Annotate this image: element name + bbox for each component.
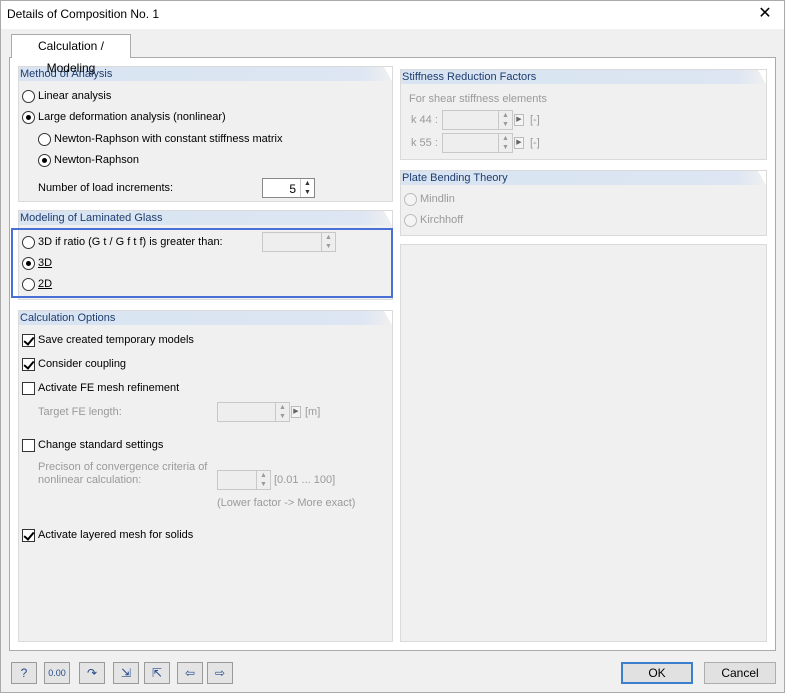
help-icon: ?	[20, 666, 28, 680]
k55-label: k 55 :	[411, 137, 438, 149]
save-temp-models-checkbox[interactable]	[22, 334, 35, 347]
arrow-right-icon: ⇨	[214, 666, 226, 680]
mindlin-label[interactable]: Mindlin	[420, 193, 455, 205]
arrow-right-icon[interactable]: ▶	[291, 406, 301, 418]
group-title: Plate Bending Theory	[401, 171, 766, 185]
tab-calculation-modeling[interactable]: Calculation / Modeling	[11, 34, 131, 75]
layered-mesh-label[interactable]: Activate layered mesh for solids	[38, 529, 193, 541]
kirchhoff-radio[interactable]	[404, 214, 417, 227]
consider-coupling-checkbox[interactable]	[22, 358, 35, 371]
load-increments-value: 5	[289, 182, 296, 196]
group-title: Calculation Options	[19, 311, 392, 325]
precision-input[interactable]: ▲ ▼	[217, 470, 271, 490]
reset-button[interactable]: ↷	[79, 662, 105, 684]
previous-button[interactable]: ⇦	[177, 662, 203, 684]
export-button[interactable]: ⇲	[113, 662, 139, 684]
numeric-format-button[interactable]: 0.00	[44, 662, 70, 684]
target-fe-unit: [m]	[305, 406, 321, 418]
group-title: Modeling of Laminated Glass	[19, 211, 392, 225]
spin-arrows-icon[interactable]: ▲ ▼	[300, 179, 314, 197]
nr-constant-radio[interactable]	[38, 133, 51, 146]
dialog-window: Details of Composition No. 1 ✕ Calculati…	[0, 0, 785, 693]
large-deformation-radio[interactable]	[22, 111, 35, 124]
nr-constant-label[interactable]: Newton-Raphson with constant stiffness m…	[54, 133, 282, 145]
stiffness-reduction-group: Stiffness Reduction Factors For shear st…	[400, 69, 767, 160]
import-button[interactable]: ⇱	[144, 662, 170, 684]
title-bar: Details of Composition No. 1 ✕	[1, 1, 784, 29]
arrow-right-icon[interactable]: ▶	[514, 137, 524, 149]
k44-label: k 44 :	[411, 114, 438, 126]
arrow-right-icon[interactable]: ▶	[514, 114, 524, 126]
precision-range: [0.01 ... 100]	[274, 474, 336, 486]
linear-analysis-label[interactable]: Linear analysis	[38, 90, 111, 102]
window-title: Details of Composition No. 1	[7, 7, 160, 21]
load-increments-label: Number of load increments:	[38, 182, 174, 194]
empty-panel	[400, 244, 767, 642]
newton-raphson-label[interactable]: Newton-Raphson	[54, 154, 139, 166]
arrow-left-icon: ⇦	[184, 666, 196, 680]
fe-refinement-checkbox[interactable]	[22, 382, 35, 395]
spin-arrows-icon[interactable]: ▲ ▼	[275, 403, 289, 421]
consider-coupling-label[interactable]: Consider coupling	[38, 358, 126, 370]
highlight-frame	[11, 228, 393, 298]
newton-raphson-radio[interactable]	[38, 154, 51, 167]
help-button[interactable]: ?	[11, 662, 37, 684]
save-temp-models-label[interactable]: Save created temporary models	[38, 334, 194, 346]
k55-unit: [-]	[530, 137, 540, 149]
export-icon: ⇲	[120, 666, 132, 680]
precision-label-line2: nonlinear calculation:	[38, 474, 142, 486]
spin-arrows-icon[interactable]: ▲ ▼	[498, 134, 512, 152]
k44-unit: [-]	[530, 114, 540, 126]
k55-input[interactable]: ▲ ▼ ▶	[442, 133, 524, 153]
import-icon: ⇱	[151, 666, 163, 680]
fe-refinement-label[interactable]: Activate FE mesh refinement	[38, 382, 179, 394]
change-standard-label[interactable]: Change standard settings	[38, 439, 163, 451]
linear-analysis-radio[interactable]	[22, 90, 35, 103]
curved-arrow-icon: ↷	[86, 666, 98, 680]
method-of-analysis-group: Method of Analysis Linear analysis Large…	[18, 66, 393, 202]
target-fe-label: Target FE length:	[38, 406, 122, 418]
close-icon[interactable]: ✕	[754, 3, 776, 25]
cancel-button[interactable]: Cancel	[704, 662, 776, 684]
large-deformation-label[interactable]: Large deformation analysis (nonlinear)	[38, 111, 226, 123]
next-button[interactable]: ⇨	[207, 662, 233, 684]
shear-stiffness-label: For shear stiffness elements	[409, 93, 547, 105]
k44-input[interactable]: ▲ ▼ ▶	[442, 110, 524, 130]
change-standard-checkbox[interactable]	[22, 439, 35, 452]
mindlin-radio[interactable]	[404, 193, 417, 206]
target-fe-input[interactable]: ▲ ▼ ▶	[217, 402, 301, 422]
plate-bending-group: Plate Bending Theory Mindlin Kirchhoff	[400, 170, 767, 236]
group-title: Stiffness Reduction Factors	[401, 70, 766, 84]
calculation-options-group: Calculation Options Save created tempora…	[18, 310, 393, 642]
precision-hint: (Lower factor -> More exact)	[217, 497, 356, 509]
ok-button[interactable]: OK	[621, 662, 693, 684]
spin-arrows-icon[interactable]: ▲ ▼	[498, 111, 512, 129]
kirchhoff-label[interactable]: Kirchhoff	[420, 214, 463, 226]
layered-mesh-checkbox[interactable]	[22, 529, 35, 542]
precision-label-line1: Precison of convergence criteria of	[38, 461, 208, 473]
numeric-format-icon: 0.00	[48, 668, 66, 678]
load-increments-stepper[interactable]: 5 ▲ ▼	[262, 178, 315, 198]
spin-arrows-icon[interactable]: ▲ ▼	[256, 471, 270, 489]
